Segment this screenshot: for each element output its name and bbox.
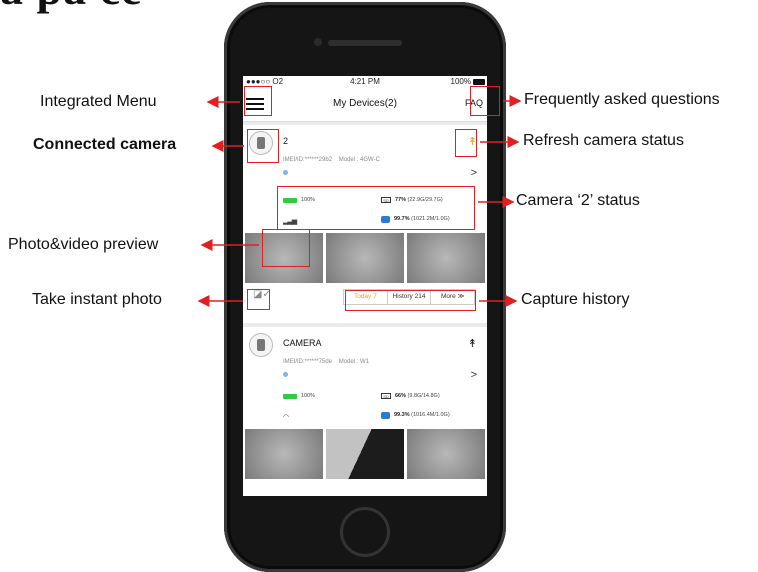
annotation-integrated-menu: Integrated Menu [40, 93, 157, 110]
annotation-connected-camera: Connected camera [33, 136, 177, 153]
annotation-refresh-status: Refresh camera status [523, 132, 684, 149]
annotation-arrows [197, 95, 522, 307]
annotation-photo-video-preview: Photo&video preview [8, 236, 159, 253]
annotation-camera-status: Camera ‘2’ status [516, 192, 640, 209]
annotation-faq: Frequently asked questions [524, 91, 720, 108]
annotation-capture-history: Capture history [521, 291, 630, 308]
annotation-take-instant-photo: Take instant photo [32, 291, 162, 308]
